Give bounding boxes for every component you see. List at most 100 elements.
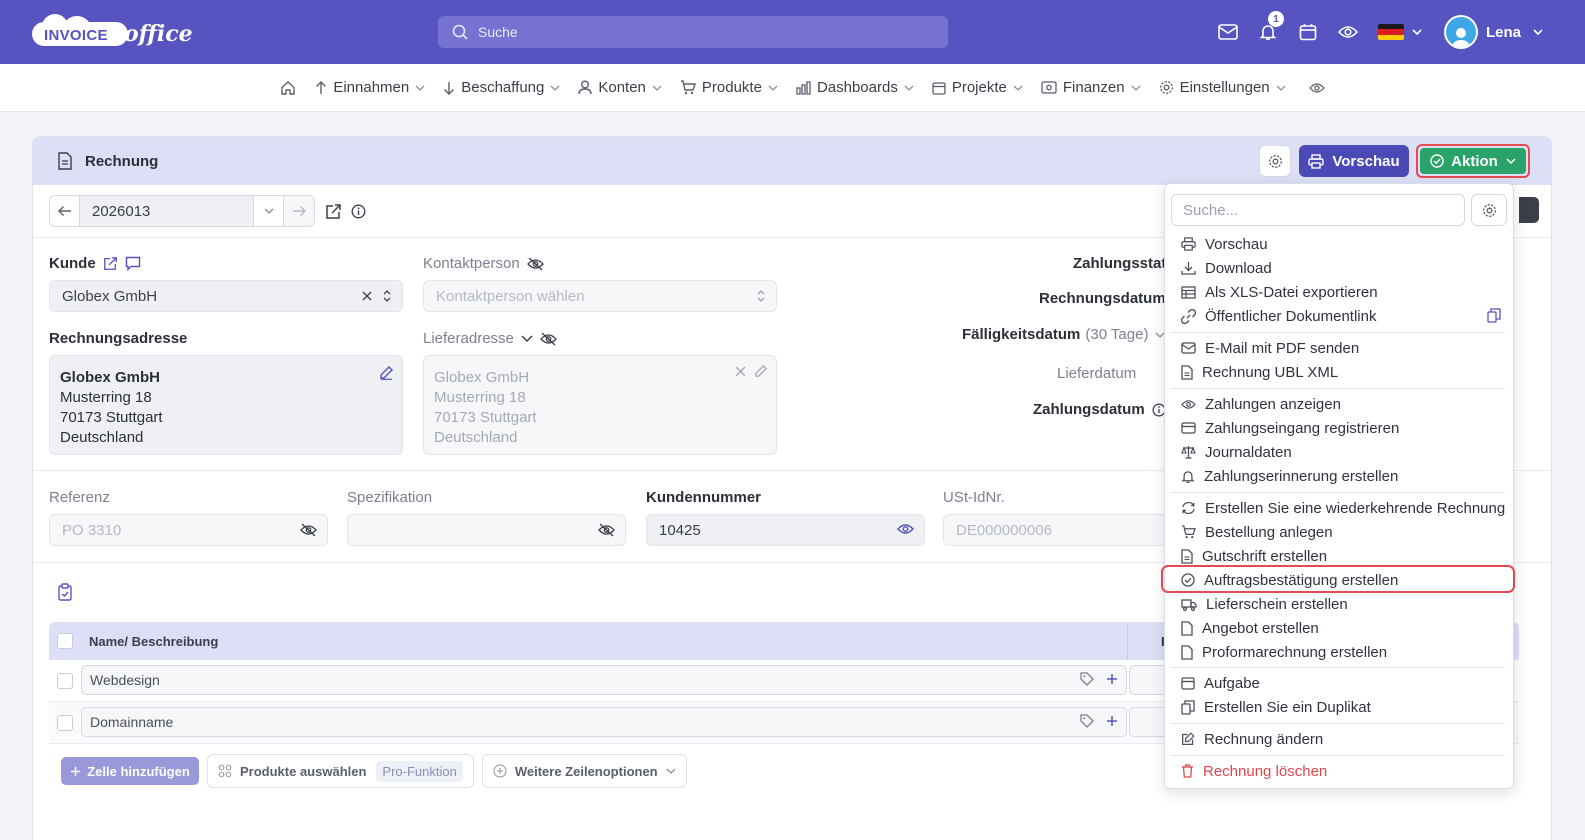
item-name-input[interactable]: Webdesign xyxy=(81,665,1127,695)
nav-produkte[interactable]: Produkte xyxy=(680,79,778,96)
menu-item-xls-export[interactable]: Als XLS-Datei exportieren xyxy=(1165,280,1515,304)
mail-icon[interactable] xyxy=(1208,24,1248,40)
menu-item-public-link[interactable]: Öffentlicher Dokumentlink xyxy=(1165,304,1515,328)
table-icon xyxy=(1181,285,1196,299)
user-name[interactable]: Lena xyxy=(1486,24,1521,41)
nav-eye-icon[interactable] xyxy=(1308,82,1325,94)
menu-item-proforma[interactable]: Proformarechnung erstellen xyxy=(1165,640,1515,664)
menu-item-payment-reminder[interactable]: Zahlungserinnerung erstellen xyxy=(1165,464,1515,488)
plus-icon xyxy=(1107,674,1117,684)
kunde-label: Kunde xyxy=(49,255,141,272)
dropdown-settings-button[interactable] xyxy=(1471,194,1507,226)
add-row-button[interactable]: Zelle hinzufügen xyxy=(61,757,199,785)
menu-item-edit-invoice[interactable]: Rechnung ändern xyxy=(1165,727,1515,751)
eye-off-icon xyxy=(539,332,557,345)
chevron-down-icon[interactable] xyxy=(1412,29,1422,35)
hidden-button-edge xyxy=(1519,197,1539,223)
trash-icon xyxy=(1182,764,1193,778)
nav-dashboards[interactable]: Dashboards xyxy=(796,79,914,96)
lieferdatum-label: Lieferdatum xyxy=(1057,365,1137,382)
credit-card-icon xyxy=(1181,422,1196,434)
zahlungsdatum-label: Zahlungsdatum xyxy=(1033,401,1166,418)
row-checkbox[interactable] xyxy=(57,672,73,689)
menu-item-register-payment[interactable]: Zahlungseingang registrieren xyxy=(1165,416,1515,440)
row-checkbox[interactable] xyxy=(57,714,73,731)
file-icon xyxy=(1181,620,1193,636)
copy-icon xyxy=(1181,699,1195,715)
user-avatar[interactable] xyxy=(1443,15,1478,49)
menu-item-duplicate[interactable]: Erstellen Sie ein Duplikat xyxy=(1165,695,1515,719)
copy-link-icon xyxy=(1487,308,1501,323)
menu-item-recurring-invoice[interactable]: Erstellen Sie eine wiederkehrende Rechnu… xyxy=(1165,496,1515,520)
menu-item-email-pdf[interactable]: E-Mail mit PDF senden xyxy=(1165,336,1515,360)
german-flag-icon[interactable] xyxy=(1377,24,1404,40)
more-row-options-button[interactable]: Weitere Zeilenoptionen xyxy=(481,754,687,788)
contact-person-select[interactable]: Kontaktperson wählen xyxy=(423,280,777,312)
clear-icon xyxy=(735,366,746,377)
select-all-checkbox[interactable] xyxy=(57,633,73,649)
nav-projekte[interactable]: Projekte xyxy=(932,79,1023,96)
invoiceoffice-logo[interactable]: INVOICE office xyxy=(32,14,193,50)
pro-badge: Pro-Funktion xyxy=(376,760,463,782)
menu-item-quote[interactable]: Angebot erstellen xyxy=(1165,616,1515,640)
grid-icon xyxy=(218,764,232,778)
select-arrows-icon xyxy=(757,290,765,302)
delivery-address[interactable]: Globex GmbH Musterring 18 70173 Stuttgar… xyxy=(423,355,777,455)
user-menu-chevron-icon[interactable] xyxy=(1533,29,1543,35)
logo-text-invoice: INVOICE xyxy=(44,27,108,44)
nav-einstellungen[interactable]: Einstellungen xyxy=(1159,79,1286,96)
comment-icon xyxy=(125,256,140,271)
nav-finanzen[interactable]: Finanzen xyxy=(1041,79,1141,96)
customer-number-input[interactable]: 10425 xyxy=(646,514,925,546)
billing-address[interactable]: Globex GmbH Musterring 18 70173 Stuttgar… xyxy=(49,355,403,455)
item-name-input[interactable]: Domainname xyxy=(81,707,1127,737)
specification-input[interactable] xyxy=(347,514,626,546)
nav-einnahmen[interactable]: Einnahmen xyxy=(315,79,425,96)
calendar-icon xyxy=(1181,677,1195,690)
chevron-down-icon xyxy=(666,768,676,774)
nav-beschaffung[interactable]: Beschaffung xyxy=(443,79,560,96)
action-dropdown-menu: Suche... Vorschau Download Als XLS-Datei… xyxy=(1161,183,1515,789)
faelligkeitsdatum-label: Fälligkeitsdatum (30 Tage) xyxy=(962,326,1165,343)
menu-item-vorschau[interactable]: Vorschau xyxy=(1165,232,1515,256)
open-external-icon[interactable] xyxy=(325,203,342,220)
vat-id-input[interactable]: DE000000006 xyxy=(943,514,1183,546)
global-search-input[interactable]: Suche xyxy=(438,16,948,48)
tag-icon xyxy=(1080,714,1094,728)
notification-bell-icon[interactable]: 1 xyxy=(1248,11,1288,41)
menu-item-task[interactable]: Aufgabe xyxy=(1165,671,1515,695)
clipboard-icon[interactable] xyxy=(57,583,73,601)
eye-icon[interactable] xyxy=(1328,25,1368,39)
document-icon xyxy=(57,152,73,170)
rechnungsadresse-label: Rechnungsadresse xyxy=(49,330,188,347)
tag-icon xyxy=(1080,672,1094,686)
preview-button[interactable]: Vorschau xyxy=(1299,145,1409,177)
menu-item-create-order[interactable]: Bestellung anlegen xyxy=(1165,520,1515,544)
search-placeholder: Suche xyxy=(478,24,518,40)
action-button[interactable]: Aktion xyxy=(1416,144,1530,178)
menu-item-delivery-note[interactable]: Lieferschein erstellen xyxy=(1165,592,1515,616)
next-invoice-button[interactable] xyxy=(284,196,314,226)
menu-item-delete-invoice[interactable]: Rechnung löschen xyxy=(1165,759,1515,783)
menu-item-journal-data[interactable]: Journaldaten xyxy=(1165,440,1515,464)
invoice-number-dropdown-icon[interactable] xyxy=(254,196,284,226)
customer-select[interactable]: Globex GmbH xyxy=(49,280,403,312)
dropdown-search-input[interactable]: Suche... xyxy=(1171,194,1465,226)
file-icon xyxy=(1181,644,1193,660)
home-icon[interactable] xyxy=(280,80,296,96)
logo-text-office: office xyxy=(124,21,193,47)
select-products-button[interactable]: Produkte auswählen Pro-Funktion xyxy=(207,754,474,788)
invoice-number[interactable]: 2026013 xyxy=(80,196,254,226)
menu-item-ubl-xml[interactable]: Rechnung UBL XML xyxy=(1165,360,1515,384)
previous-invoice-button[interactable] xyxy=(50,196,80,226)
reference-input[interactable]: PO 3310 xyxy=(49,514,328,546)
info-icon[interactable] xyxy=(351,204,366,219)
menu-item-show-payments[interactable]: Zahlungen anzeigen xyxy=(1165,392,1515,416)
eye-off-icon xyxy=(598,523,615,537)
nav-konten[interactable]: Konten xyxy=(578,79,662,96)
menu-item-download[interactable]: Download xyxy=(1165,256,1515,280)
settings-button[interactable] xyxy=(1259,145,1291,177)
invoice-card-header: Rechnung Vorschau Aktion xyxy=(33,137,1551,185)
eye-off-icon xyxy=(526,257,544,270)
calendar-icon[interactable] xyxy=(1288,23,1328,41)
